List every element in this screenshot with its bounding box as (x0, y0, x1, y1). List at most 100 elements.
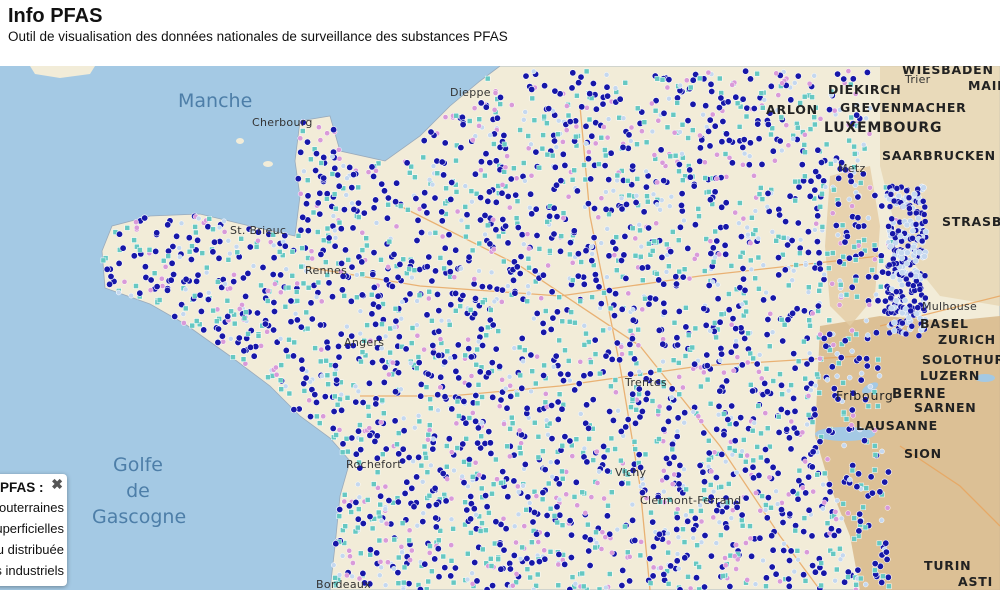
station-marker-pink[interactable] (806, 393, 811, 398)
station-marker-dark[interactable] (308, 300, 314, 306)
station-marker-teal[interactable] (429, 318, 434, 323)
station-marker-teal[interactable] (470, 474, 475, 479)
station-marker-dark[interactable] (291, 406, 297, 412)
station-marker-dark[interactable] (432, 268, 438, 274)
station-marker-teal[interactable] (815, 472, 820, 477)
station-marker-pink[interactable] (639, 129, 644, 134)
station-marker-teal[interactable] (488, 308, 493, 313)
station-marker-teal[interactable] (652, 239, 657, 244)
station-marker-dark[interactable] (682, 410, 688, 416)
station-marker-teal[interactable] (332, 372, 337, 377)
station-marker-dark[interactable] (349, 264, 355, 270)
station-marker-dark[interactable] (782, 218, 788, 224)
station-marker-teal[interactable] (686, 333, 691, 338)
station-marker-dark[interactable] (687, 174, 693, 180)
station-marker-teal[interactable] (409, 341, 414, 346)
station-marker-light[interactable] (791, 268, 796, 273)
station-marker-light[interactable] (641, 482, 646, 487)
station-marker-teal[interactable] (675, 100, 680, 105)
station-marker-pink[interactable] (499, 299, 504, 304)
station-marker-dark[interactable] (575, 251, 581, 257)
station-marker-teal[interactable] (480, 521, 485, 526)
station-marker-pink[interactable] (501, 516, 506, 521)
station-marker-dark[interactable] (567, 438, 573, 444)
station-marker-light[interactable] (680, 151, 685, 156)
station-marker-teal[interactable] (602, 148, 607, 153)
station-marker-teal[interactable] (820, 224, 825, 229)
station-marker-dark[interactable] (435, 392, 441, 398)
station-marker-light[interactable] (865, 333, 870, 338)
station-marker-light[interactable] (745, 225, 750, 230)
station-marker-teal[interactable] (760, 105, 765, 110)
station-marker-teal[interactable] (514, 216, 519, 221)
station-marker-dark[interactable] (812, 569, 818, 575)
station-marker-teal[interactable] (496, 234, 501, 239)
station-marker-dark[interactable] (519, 385, 525, 391)
station-marker-dark[interactable] (432, 556, 438, 562)
station-marker-light[interactable] (521, 359, 526, 364)
station-marker-teal[interactable] (763, 503, 768, 508)
station-marker-dark[interactable] (835, 201, 841, 207)
station-marker-pink[interactable] (818, 116, 823, 121)
station-marker-pink[interactable] (574, 124, 579, 129)
station-marker-dark[interactable] (530, 519, 536, 525)
station-marker-teal[interactable] (793, 198, 798, 203)
station-marker-dark[interactable] (541, 329, 547, 335)
station-marker-dark[interactable] (616, 357, 622, 363)
station-marker-light[interactable] (181, 312, 186, 317)
station-marker-dark[interactable] (418, 393, 424, 399)
station-marker-light[interactable] (863, 582, 868, 587)
station-marker-dark[interactable] (173, 233, 179, 239)
station-marker-pink[interactable] (266, 288, 271, 293)
station-marker-dark[interactable] (675, 415, 681, 421)
station-marker-dark[interactable] (195, 272, 201, 278)
station-marker-teal[interactable] (137, 248, 142, 253)
station-marker-teal[interactable] (623, 80, 628, 85)
station-marker-dark[interactable] (738, 233, 744, 239)
station-marker-dark[interactable] (630, 391, 636, 397)
station-marker-dark[interactable] (795, 496, 801, 502)
station-marker-teal[interactable] (855, 294, 860, 299)
station-marker-light[interactable] (723, 459, 728, 464)
station-marker-dark[interactable] (885, 574, 891, 580)
station-marker-dark[interactable] (355, 516, 361, 522)
station-marker-light[interactable] (222, 219, 227, 224)
station-marker-teal[interactable] (395, 442, 400, 447)
station-marker-light[interactable] (683, 513, 688, 518)
station-marker-dark[interactable] (498, 397, 504, 403)
station-marker-pink[interactable] (639, 539, 644, 544)
station-marker-light[interactable] (825, 377, 830, 382)
station-marker-teal[interactable] (622, 524, 627, 529)
station-marker-teal[interactable] (479, 486, 484, 491)
station-marker-teal[interactable] (533, 381, 538, 386)
station-marker-teal[interactable] (428, 406, 433, 411)
station-marker-dark[interactable] (875, 365, 881, 371)
station-marker-pink[interactable] (722, 555, 727, 560)
station-marker-teal[interactable] (356, 215, 361, 220)
station-marker-dark[interactable] (891, 198, 897, 204)
station-marker-teal[interactable] (300, 246, 305, 251)
station-marker-teal[interactable] (392, 537, 397, 542)
station-marker-dark[interactable] (382, 364, 388, 370)
station-marker-teal[interactable] (803, 578, 808, 583)
station-marker-teal[interactable] (422, 444, 427, 449)
station-marker-dark[interactable] (371, 205, 377, 211)
station-marker-light[interactable] (603, 190, 608, 195)
station-marker-dark[interactable] (493, 199, 499, 205)
station-marker-teal[interactable] (861, 505, 866, 510)
station-marker-dark[interactable] (360, 570, 366, 576)
station-marker-dark[interactable] (674, 342, 680, 348)
station-marker-dark[interactable] (395, 274, 401, 280)
station-marker-dark[interactable] (808, 356, 814, 362)
station-marker-light[interactable] (806, 290, 811, 295)
station-marker-pink[interactable] (655, 180, 660, 185)
station-marker-light[interactable] (606, 117, 611, 122)
station-marker-dark[interactable] (893, 289, 899, 295)
station-marker-dark[interactable] (524, 555, 530, 561)
station-marker-teal[interactable] (583, 177, 588, 182)
station-marker-pink[interactable] (629, 125, 634, 130)
station-marker-light[interactable] (489, 270, 494, 275)
station-marker-teal[interactable] (795, 548, 800, 553)
station-marker-pink[interactable] (426, 296, 431, 301)
station-marker-light[interactable] (682, 420, 687, 425)
